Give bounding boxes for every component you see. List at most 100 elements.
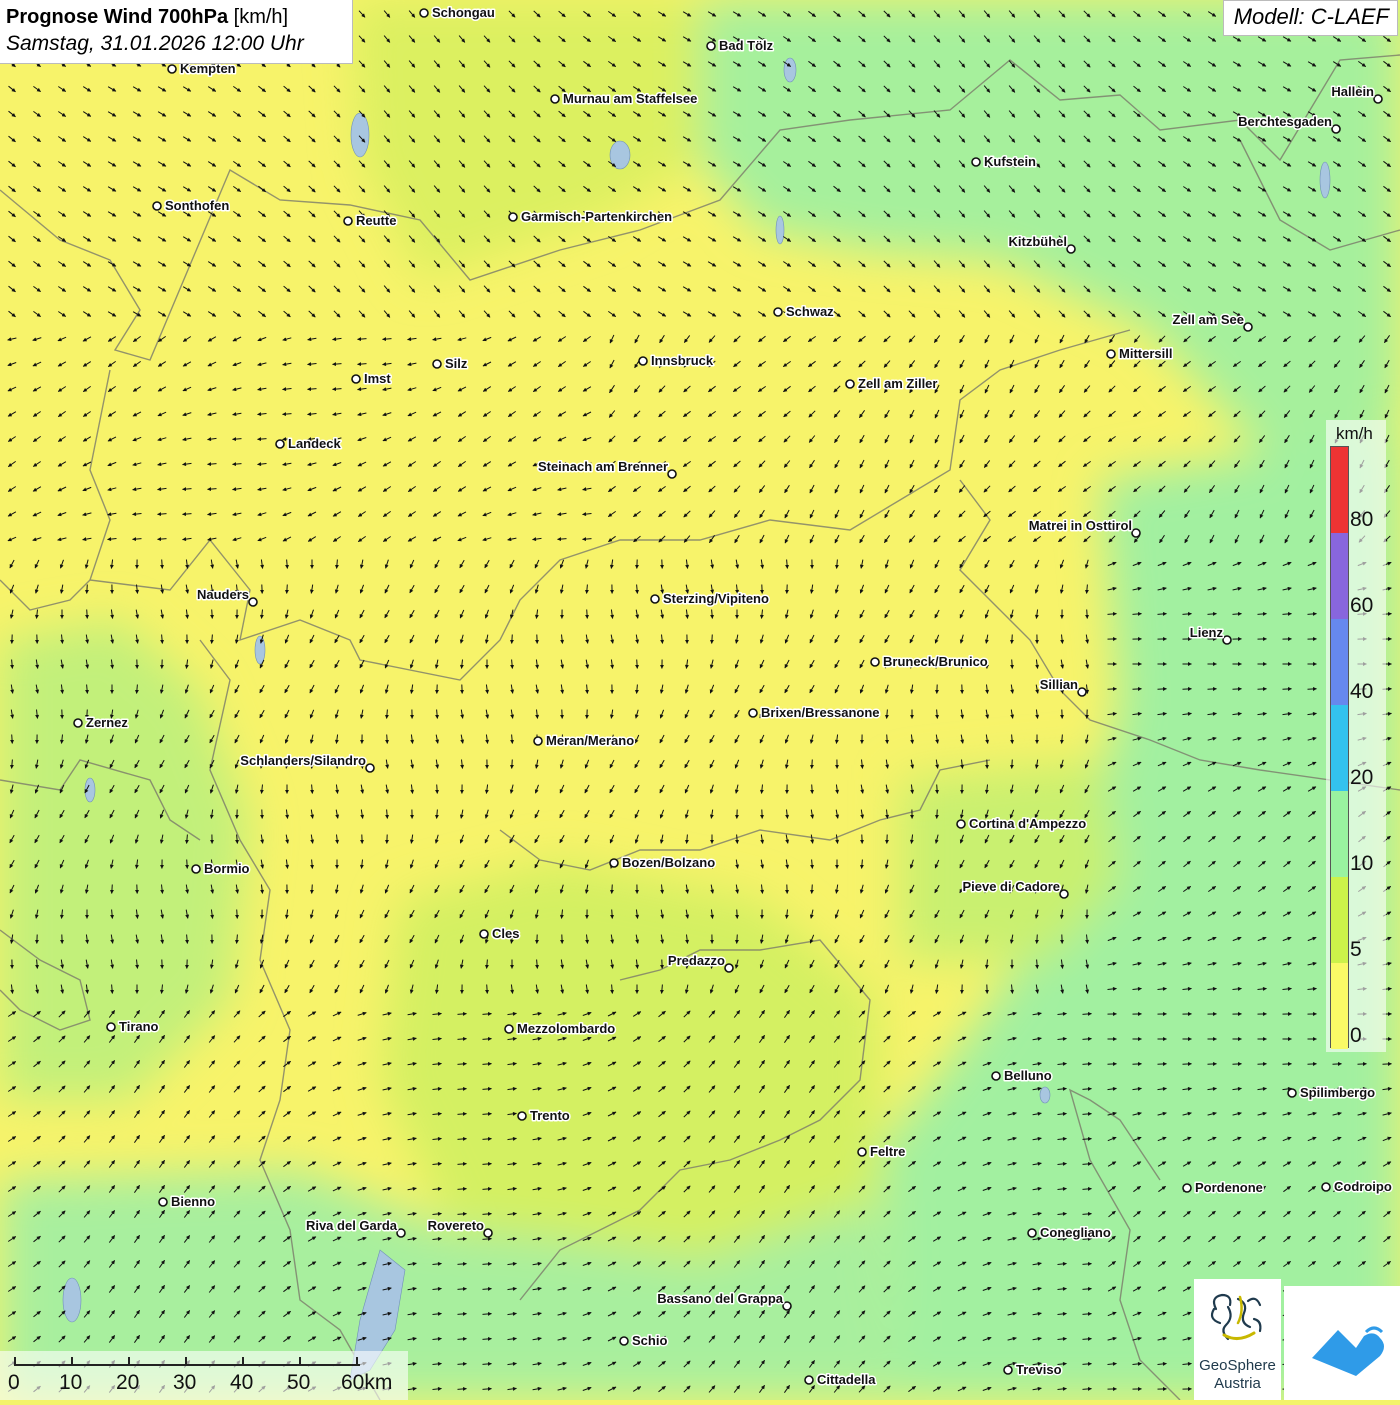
wind-arrow-icon [812,885,813,894]
city-marker-icon [249,598,257,606]
city-label: Trento [530,1108,570,1123]
city-label: Imst [364,371,391,386]
city-label: Bassano del Grappa [657,1291,783,1306]
wind-arrow-icon [737,935,738,944]
wind-arrow-icon [812,785,813,794]
wind-arrow-icon [237,910,238,919]
city-label: Codroipo [1334,1179,1392,1194]
city-label: Bienno [171,1194,215,1209]
legend-tick-60: 60 [1350,594,1373,618]
city-marker-icon [192,865,200,873]
city-marker-icon [972,158,980,166]
city-label: Berchtesgaden [1238,114,1332,129]
geosphere-logo[interactable]: GeoSphere Austria [1194,1279,1281,1400]
city-marker-icon [858,1148,866,1156]
legend-tick-0: 0 [1350,1024,1362,1048]
city-label: Innsbruck [651,353,714,368]
city-label: Brixen/Bressanone [761,705,880,720]
city-marker-icon [774,308,782,316]
city-marker-icon [805,1376,813,1384]
map-title: Prognose Wind 700hPa [km/h] [6,4,346,30]
city-label: Matrei in Osttirol [1029,518,1132,533]
wind-arrow-icon [87,585,88,594]
city-marker-icon [1288,1089,1296,1097]
city-label: Zernez [86,715,128,730]
city-marker-icon [1332,125,1340,133]
wind-arrow-icon [187,860,188,869]
city-marker-icon [725,964,733,972]
geosphere-logo-text: GeoSphere Austria [1194,1357,1281,1393]
city-marker-icon [107,1023,115,1031]
city-marker-icon [1067,245,1075,253]
city-label: Hallein [1331,84,1374,99]
city-marker-icon [957,820,965,828]
city-label: Tirano [119,1019,159,1034]
title-unit: [km/h] [234,6,288,28]
legend-tick-5: 5 [1350,938,1362,962]
city-marker-icon [168,65,176,73]
city-label: Zell am Ziller [858,376,937,391]
city-label: Cortina d'Ampezzo [969,816,1086,831]
legend-class-40-60 [1331,619,1348,705]
geosphere-emblem-icon [1194,1279,1281,1357]
city-marker-icon [668,470,676,478]
city-marker-icon [1028,1229,1036,1237]
city-label: Schwaz [786,304,834,319]
city-label: Sonthofen [165,198,229,213]
cloud-arrow-icon [1284,1286,1400,1400]
city-label: Sillian [1040,677,1078,692]
city-marker-icon [480,930,488,938]
city-marker-icon [276,440,284,448]
scale-label-0: 0 [8,1371,20,1395]
city-marker-icon [551,95,559,103]
model-label: Modell: C-LAEF [1223,0,1398,36]
city-marker-icon [749,709,757,717]
city-label: Silz [445,356,468,371]
city-marker-icon [509,213,517,221]
city-label: Schlanders/Silandro [240,753,366,768]
city-marker-icon [620,1337,628,1345]
city-marker-icon [484,1229,492,1237]
city-marker-icon [992,1072,1000,1080]
legend-tick-20: 20 [1350,766,1373,790]
forecast-datetime: Samstag, 31.01.2026 12:00 Uhr [6,30,346,58]
wind-arrow-icon [87,610,88,619]
city-marker-icon [1004,1366,1012,1374]
legend-class-80-plus [1331,447,1348,533]
scale-bar: 0 10 20 30 40 50 60km [0,1351,408,1400]
city-label: Meran/Merano [546,733,634,748]
city-label: Pieve di Cadore [962,879,1060,894]
scale-label-50: 50 [287,1371,310,1395]
wind-arrow-icon [712,635,713,644]
city-label: Cittadella [817,1372,876,1387]
city-marker-icon [420,9,428,17]
legend-color-bar [1330,446,1349,1048]
city-marker-icon [871,658,879,666]
weather-app-logo[interactable] [1284,1286,1400,1400]
scale-tick [299,1357,301,1366]
city-marker-icon [1322,1183,1330,1191]
city-label: Steinach am Brenner [538,459,668,474]
wind-arrow-icon [1037,935,1038,944]
wind-arrow-icon [212,610,213,619]
city-label: Nauders [197,587,249,602]
wind-arrow-icon [1087,610,1088,619]
scale-label-30: 30 [173,1371,196,1395]
scale-label-40: 40 [230,1371,253,1395]
city-marker-icon [397,1229,405,1237]
city-marker-icon [1244,323,1252,331]
city-label: Zell am See [1172,312,1244,327]
wind-arrow-icon [737,910,738,919]
wind-arrow-icon [312,885,313,894]
wind-arrow-icon [937,810,938,819]
wind-arrow-icon [612,885,613,894]
city-label: Sterzing/Vipiteno [663,591,769,606]
city-label: Bad Tölz [719,38,774,53]
city-label: Riva del Garda [306,1218,398,1233]
wind-arrow-icon [387,735,388,744]
city-label: Spilimbergo [1300,1085,1375,1100]
wind-arrow-icon [112,885,113,894]
scale-tick [14,1357,16,1366]
scale-label-20: 20 [116,1371,139,1395]
legend-tick-80: 80 [1350,508,1373,532]
